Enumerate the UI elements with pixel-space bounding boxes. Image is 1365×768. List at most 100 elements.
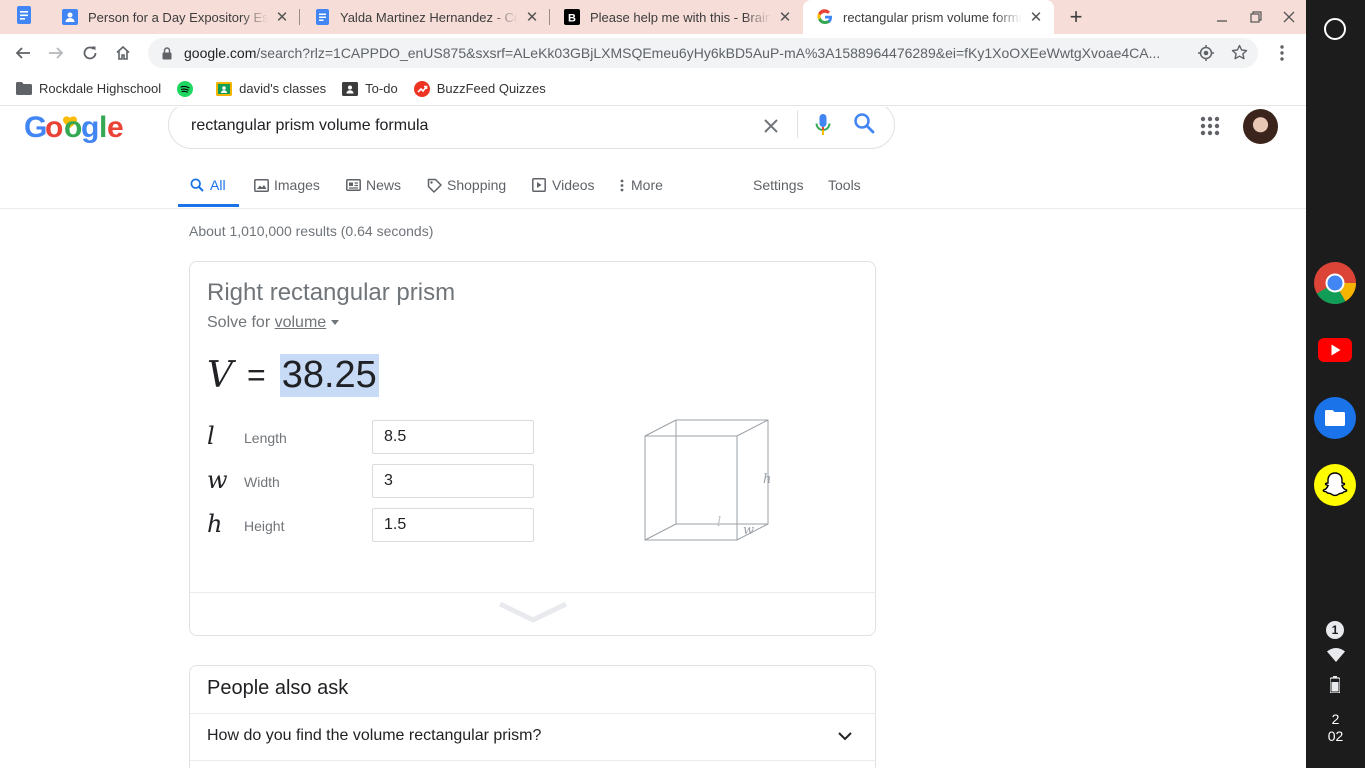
expand-chevron-icon[interactable] <box>498 600 568 626</box>
paa-question[interactable]: How do you find the volume rectangular p… <box>207 727 541 745</box>
height-label: Height <box>244 518 285 534</box>
divider <box>190 713 875 714</box>
tab-strip: Person for a Day Expository Essay ✕ Yald… <box>0 0 1306 34</box>
bookmark-rockdale[interactable]: Rockdale Highschool <box>16 81 161 97</box>
tab-label: Tools <box>828 177 861 193</box>
star-icon[interactable] <box>1231 44 1248 66</box>
tab-shopping[interactable]: Shopping <box>426 163 506 207</box>
search-box[interactable]: rectangular prism volume formula <box>168 107 895 149</box>
bookmark-label: david's classes <box>239 81 327 96</box>
launcher-button[interactable] <box>1324 18 1346 40</box>
solve-for-selector[interactable]: Solve for volume <box>207 314 340 332</box>
files-app-icon[interactable] <box>1313 396 1357 440</box>
length-input[interactable] <box>372 420 534 454</box>
height-row: h Height <box>207 508 537 542</box>
tab-title: Please help me with this - Brainly.com <box>590 9 771 25</box>
new-tab-button[interactable]: + <box>1064 4 1088 29</box>
solve-for-target[interactable]: volume <box>275 314 327 331</box>
system-clock[interactable]: 2 02 <box>1306 711 1365 745</box>
result-value[interactable]: 38.25 <box>279 353 379 397</box>
close-icon[interactable]: ✕ <box>524 9 540 26</box>
snapchat-app-icon[interactable] <box>1313 463 1357 507</box>
minimize-icon[interactable] <box>1211 6 1233 28</box>
wifi-icon[interactable] <box>1327 648 1345 667</box>
forward-button[interactable] <box>42 39 70 67</box>
width-label: Width <box>244 474 280 490</box>
back-button[interactable] <box>9 39 37 67</box>
bookmarks-bar: Rockdale Highschool david's classes To-d… <box>0 72 1306 106</box>
clear-icon[interactable] <box>759 114 783 138</box>
spotify-icon <box>177 80 194 97</box>
tab-label: Videos <box>552 177 595 193</box>
location-icon[interactable] <box>1198 45 1214 66</box>
height-input[interactable] <box>372 508 534 542</box>
tab-label: Shopping <box>447 177 507 193</box>
tab-videos[interactable]: Videos <box>531 163 595 207</box>
battery-icon[interactable] <box>1329 676 1341 698</box>
svg-text:G: G <box>24 111 46 144</box>
folder-icon <box>16 81 32 97</box>
tab-more[interactable]: More <box>619 163 663 207</box>
close-icon[interactable]: ✕ <box>777 9 793 26</box>
reload-icon <box>83 46 97 60</box>
tab-yalda-doc[interactable]: Yalda Martinez Hernandez - Copy of ✕ <box>300 0 550 34</box>
result-stats: About 1,010,000 results (0.64 seconds) <box>189 223 434 239</box>
length-label-diagram: l <box>717 515 721 530</box>
active-tab-indicator <box>178 204 239 207</box>
news-icon <box>345 177 361 193</box>
svg-text:B: B <box>568 13 576 25</box>
solve-for-prefix: Solve for <box>207 314 271 331</box>
width-input[interactable] <box>372 464 534 498</box>
avatar[interactable] <box>1243 109 1278 144</box>
tab-docs[interactable] <box>0 0 48 34</box>
bookmark-todo[interactable]: To-do <box>342 81 398 97</box>
lock-icon <box>160 46 174 60</box>
microphone-icon[interactable] <box>811 112 835 138</box>
tab-news[interactable]: News <box>345 163 401 207</box>
length-symbol: l <box>207 422 215 450</box>
tab-label: All <box>210 177 226 193</box>
address-bar[interactable]: google.com/search?rlz=1CAPPDO_enUS875&sx… <box>148 38 1258 68</box>
tab-person-for-a-day[interactable]: Person for a Day Expository Essay ✕ <box>48 0 300 34</box>
prism-diagram: h l w <box>644 419 771 541</box>
notification-badge[interactable]: 1 <box>1326 621 1344 639</box>
youtube-app-icon[interactable] <box>1313 328 1357 372</box>
chevron-down-icon[interactable] <box>835 726 855 746</box>
chrome-menu-button[interactable] <box>1268 39 1296 67</box>
bookmark-davids-classes[interactable]: david's classes <box>216 81 326 97</box>
divider <box>797 110 798 138</box>
google-docs-icon <box>314 9 330 25</box>
tab-settings[interactable]: Settings <box>753 163 804 207</box>
tab-images[interactable]: Images <box>253 163 320 207</box>
svg-text:g: g <box>81 111 98 144</box>
tab-brainly[interactable]: B Please help me with this - Brainly.com… <box>550 0 803 34</box>
tab-title: Person for a Day Expository Essay <box>88 9 268 25</box>
dropdown-caret-icon[interactable] <box>331 320 340 326</box>
video-icon <box>531 177 547 193</box>
width-row: w Width <box>207 464 537 498</box>
reload-button[interactable] <box>76 39 104 67</box>
tab-all[interactable]: All <box>189 163 226 207</box>
todo-icon <box>342 81 359 97</box>
tab-tools[interactable]: Tools <box>828 163 861 207</box>
bookmark-spotify[interactable] <box>177 80 200 97</box>
google-classroom-icon <box>62 9 78 25</box>
more-vert-icon <box>619 177 625 193</box>
home-button[interactable] <box>109 39 137 67</box>
bookmark-label: To-do <box>365 81 398 96</box>
svg-text:o: o <box>64 111 82 144</box>
tab-google-search[interactable]: rectangular prism volume formula ✕ <box>803 0 1054 34</box>
google-logo[interactable]: G o o g l e <box>24 110 124 152</box>
close-icon[interactable]: ✕ <box>274 9 290 26</box>
search-results-page: G o o g l e rectangular prism volume for… <box>0 107 1306 768</box>
tab-label: News <box>366 177 402 193</box>
close-window-icon[interactable] <box>1278 6 1300 28</box>
chrome-app-icon[interactable] <box>1313 261 1357 305</box>
bookmark-buzzfeed[interactable]: BuzzFeed Quizzes <box>413 80 546 97</box>
search-icon[interactable] <box>851 110 877 136</box>
browser-window: Person for a Day Expository Essay ✕ Yald… <box>0 0 1306 768</box>
close-icon[interactable]: ✕ <box>1028 9 1044 26</box>
google-apps-icon[interactable] <box>1198 114 1222 138</box>
search-input[interactable]: rectangular prism volume formula <box>191 117 428 135</box>
restore-icon[interactable] <box>1245 6 1267 28</box>
